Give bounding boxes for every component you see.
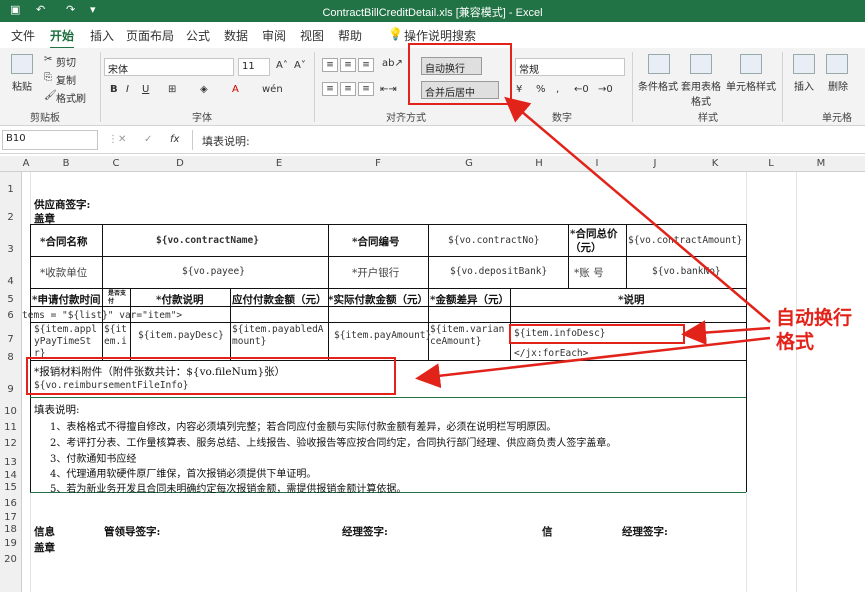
annotation-callout: 自动换行 格式 (776, 306, 852, 354)
annotation-arrows (415, 96, 771, 389)
annotation-line-1: 自动换行 (776, 307, 853, 329)
annotation-line-2: 格式 (776, 331, 815, 353)
